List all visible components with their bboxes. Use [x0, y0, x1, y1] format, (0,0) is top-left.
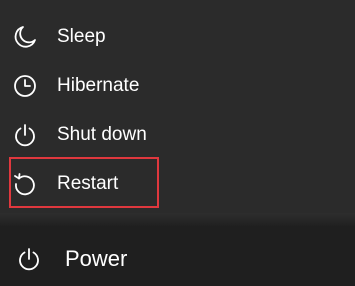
moon-icon [12, 24, 38, 50]
menu-item-label: Sleep [57, 26, 106, 47]
menu-item-label: Shut down [57, 124, 147, 145]
power-button-label: Power [65, 246, 128, 271]
menu-shadow [0, 213, 355, 227]
menu-item-label: Hibernate [57, 75, 140, 96]
menu-item-shut-down[interactable]: Shut down [0, 110, 355, 159]
menu-item-label: Restart [57, 173, 119, 194]
menu-item-sleep[interactable]: Sleep [0, 12, 355, 61]
menu-item-hibernate[interactable]: Hibernate [0, 61, 355, 110]
menu-item-restart[interactable]: Restart [0, 159, 355, 208]
restart-icon [12, 171, 38, 197]
power-icon [16, 246, 42, 272]
power-menu-panel: Sleep Hibernate Shut down Restart [0, 0, 355, 213]
clock-icon [12, 73, 38, 99]
power-button[interactable]: Power [0, 232, 355, 286]
power-icon [12, 122, 38, 148]
